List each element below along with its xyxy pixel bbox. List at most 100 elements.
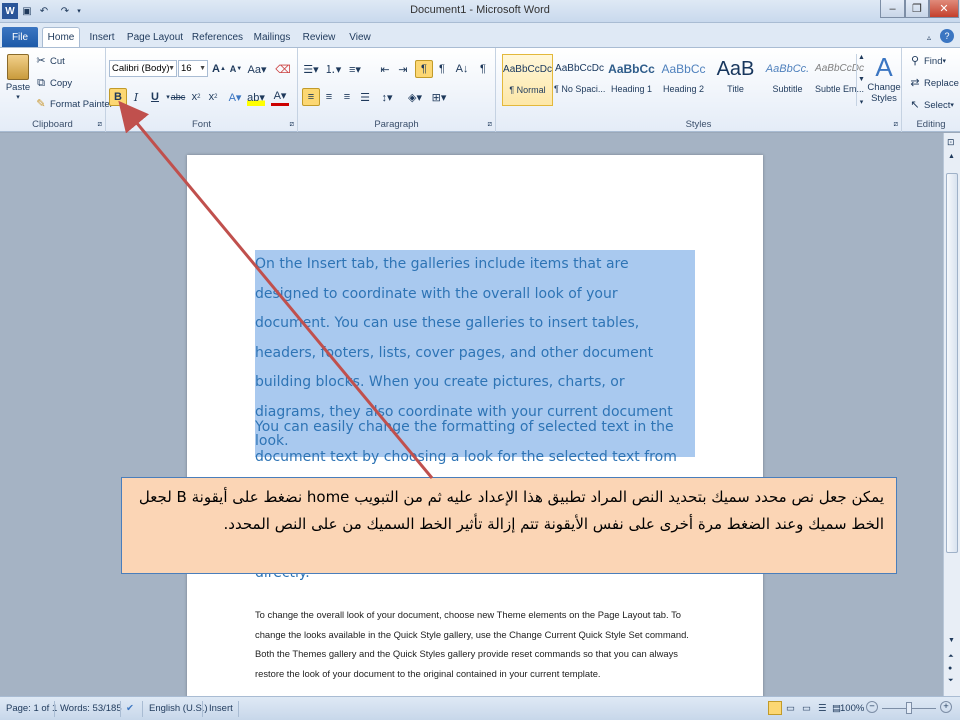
document-area[interactable]: On the Insert tab, the galleries include… (0, 133, 943, 696)
grow-font-icon[interactable]: A ▲ (210, 60, 228, 78)
scroll-down-icon[interactable]: ▼ (858, 76, 865, 83)
document-page[interactable]: On the Insert tab, the galleries include… (187, 155, 763, 696)
tab-file[interactable]: File (2, 27, 38, 47)
font-launcher-icon[interactable]: ⧄ (290, 121, 294, 129)
insert-mode-indicator[interactable]: Insert (209, 703, 233, 714)
tab-references[interactable]: References (190, 27, 245, 47)
multilevel-list-icon[interactable]: ≡▾ (346, 60, 364, 78)
find-dropdown-icon[interactable]: ▾ (942, 57, 946, 65)
strikethrough-icon[interactable]: abc (169, 88, 187, 106)
zoom-out-button[interactable]: − (866, 701, 878, 713)
paste-button[interactable]: Paste ▾ (4, 54, 32, 112)
numbering-icon[interactable]: ⒈▾ (324, 60, 342, 78)
justify-icon[interactable]: ☰ (356, 88, 374, 106)
font-name-combo[interactable]: Calibri (Body) ▼ (109, 60, 177, 77)
language-indicator[interactable]: English (U.S.) (149, 703, 208, 714)
ruler-toggle-icon[interactable]: ⊡ (947, 137, 955, 148)
tab-mailings[interactable]: Mailings (250, 27, 294, 47)
ribbon-home: Paste ▾ ✂ Cut ⧉ Copy ✎ Format Painter Clipb… (0, 47, 960, 132)
paragraph-3[interactable]: To change the overall look of your docum… (255, 605, 705, 683)
format-painter-button[interactable]: ✎ Format Painter (34, 97, 112, 111)
minimize-button[interactable]: – (880, 0, 905, 18)
style-normal[interactable]: AaBbCcDc ¶ Normal (502, 54, 553, 106)
shading-icon[interactable]: ◈▾ (406, 88, 424, 106)
styles-scroll[interactable]: ▲ ▼ ▾ (856, 54, 866, 106)
borders-icon[interactable]: ⊞▾ (430, 88, 448, 106)
shrink-font-icon[interactable]: A ▼ (227, 60, 245, 78)
tab-page-layout[interactable]: Page Layout (125, 27, 185, 47)
full-screen-reading-icon[interactable]: ▭ (786, 703, 795, 714)
italic-button[interactable]: I (127, 88, 145, 106)
change-case-icon[interactable]: Aa▾ (248, 60, 267, 78)
highlight-color-icon[interactable]: ab▾ (247, 88, 265, 106)
style-heading-1[interactable]: AaBbCc Heading 1 (606, 54, 657, 106)
cut-button[interactable]: ✂ Cut (34, 54, 64, 68)
clipboard-launcher-icon[interactable]: ⧄ (98, 121, 102, 129)
vertical-scrollbar[interactable]: ⊡ ▲ ▼ ⏶ ● ⏷ (943, 133, 960, 696)
style-title[interactable]: AaB Title (710, 54, 761, 106)
zoom-slider-thumb[interactable] (906, 702, 912, 714)
bold-button[interactable]: B (109, 88, 127, 106)
style-heading-2[interactable]: AaBbCc Heading 2 (658, 54, 709, 106)
align-center-icon[interactable]: ≡ (320, 88, 338, 106)
tab-view[interactable]: View (344, 27, 376, 47)
style-name: Title (727, 84, 744, 94)
tab-home[interactable]: Home (42, 27, 80, 47)
font-size-combo[interactable]: 16 ▼ (178, 60, 208, 77)
paragraph-group: ☰▾ ⒈▾ ≡▾ ⇤ ⇥ ¶ ¶ A↓ ¶ ≡ ≡ ≡ ☰ ↕▾ ◈▾ ⊞▾ P… (298, 48, 496, 132)
page-count[interactable]: Page: 1 of 1 (6, 703, 57, 714)
proofing-icon[interactable]: ✔ (126, 703, 134, 714)
clear-formatting-icon[interactable]: ⌫ (274, 60, 292, 78)
text-effects-icon[interactable]: A▾ (226, 88, 244, 106)
paragraph-launcher-icon[interactable]: ⧄ (488, 121, 492, 129)
show-formatting-marks-icon[interactable]: ¶ (474, 60, 492, 78)
rtl-text-direction-icon[interactable]: ¶ (415, 60, 433, 78)
font-color-icon[interactable]: A▾ (271, 88, 289, 106)
select-label: Select (924, 99, 951, 111)
close-button[interactable]: ✕ (929, 0, 959, 18)
replace-button[interactable]: ⇄ Replace (908, 76, 958, 90)
subscript-icon[interactable]: x2 (187, 88, 205, 106)
web-layout-icon[interactable]: ▭ (802, 703, 811, 714)
copy-button[interactable]: ⧉ Copy (34, 76, 72, 90)
find-button[interactable]: ⚲ Find ▾ (908, 54, 946, 68)
align-left-icon[interactable]: ≡ (302, 88, 320, 106)
change-styles-button[interactable]: A Change Styles (867, 52, 900, 104)
restore-button[interactable]: ❐ (905, 0, 929, 18)
style-sample: AaBbCc (608, 62, 655, 76)
scroll-up-arrow-icon[interactable]: ▲ (948, 153, 955, 160)
scroll-thumb[interactable] (946, 173, 958, 553)
scroll-up-icon[interactable]: ▲ (858, 54, 865, 61)
tab-review[interactable]: Review (299, 27, 339, 47)
font-group-label: Font (191, 119, 211, 130)
print-layout-icon[interactable] (768, 701, 782, 715)
style-no-spacing[interactable]: AaBbCcDc ¶ No Spaci... (554, 54, 605, 106)
font-size-dropdown-icon[interactable]: ▼ (199, 61, 206, 76)
decrease-indent-icon[interactable]: ⇤ (376, 60, 394, 78)
font-name-dropdown-icon[interactable]: ▼ (168, 61, 175, 76)
scroll-down-arrow-icon[interactable]: ▼ (948, 637, 955, 644)
bullets-icon[interactable]: ☰▾ (302, 60, 320, 78)
more-styles-icon[interactable]: ▾ (860, 98, 864, 106)
line-spacing-icon[interactable]: ↕▾ (378, 88, 396, 106)
browse-object-icon[interactable]: ● (948, 665, 952, 672)
zoom-level[interactable]: 100% (840, 703, 864, 714)
select-dropdown-icon[interactable]: ▾ (950, 101, 954, 109)
ltr-text-direction-icon[interactable]: ¶ (433, 60, 451, 78)
superscript-icon[interactable]: x2 (204, 88, 222, 106)
sort-icon[interactable]: A↓ (453, 60, 471, 78)
next-page-icon[interactable]: ⏷ (948, 677, 954, 685)
align-right-icon[interactable]: ≡ (338, 88, 356, 106)
previous-page-icon[interactable]: ⏶ (948, 653, 954, 661)
increase-indent-icon[interactable]: ⇥ (394, 60, 412, 78)
outline-icon[interactable]: ☰ (818, 703, 827, 714)
styles-launcher-icon[interactable]: ⧄ (894, 121, 898, 129)
minimize-ribbon-icon[interactable]: ▵ (922, 27, 936, 47)
zoom-in-button[interactable]: + (940, 701, 952, 713)
style-subtitle[interactable]: AaBbCc. Subtitle (762, 54, 813, 106)
clipboard-icon (7, 54, 29, 80)
help-icon[interactable]: ? (940, 29, 954, 43)
tab-insert[interactable]: Insert (84, 27, 120, 47)
select-button[interactable]: ↖ Select ▾ (908, 98, 954, 112)
word-count[interactable]: Words: 53/185 (60, 703, 122, 714)
